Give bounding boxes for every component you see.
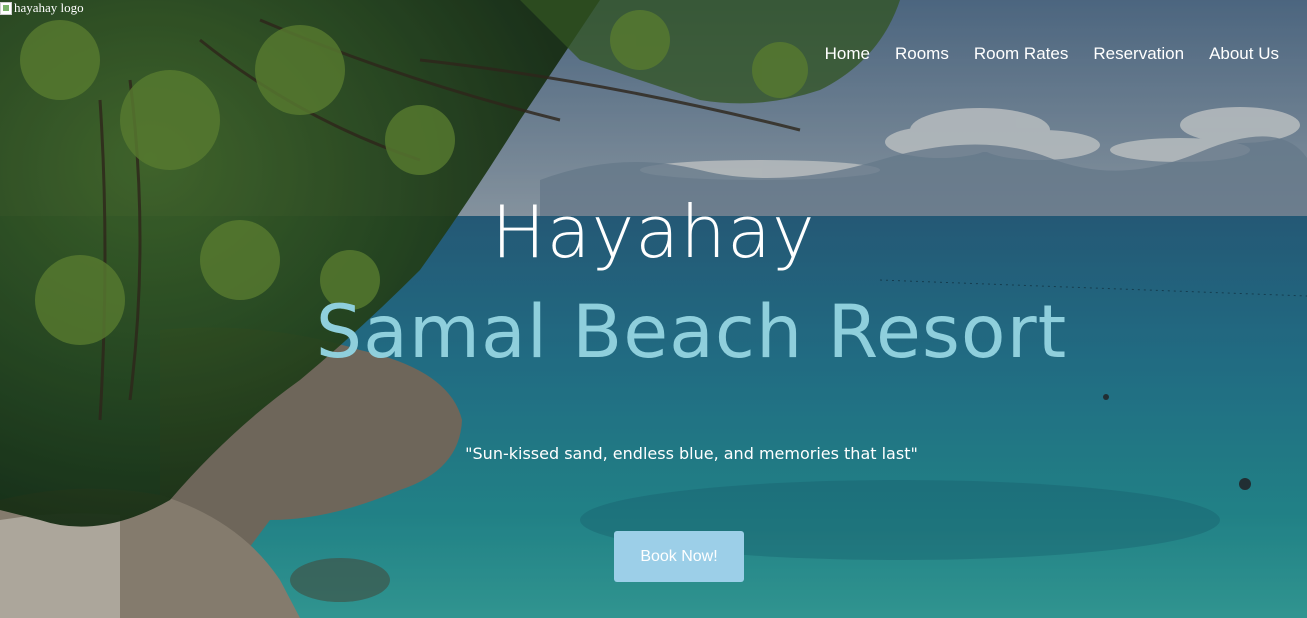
hero-subtitle: Samal Beach Resort — [315, 290, 1068, 375]
site-logo[interactable]: hayahay logo — [0, 0, 84, 16]
broken-image-icon — [0, 1, 12, 15]
main-navigation: Home Rooms Room Rates Reservation About … — [825, 43, 1279, 65]
hero-tagline: "Sun-kissed sand, endless blue, and memo… — [465, 444, 918, 463]
nav-about-us-link[interactable]: About Us — [1209, 43, 1279, 65]
nav-home-link[interactable]: Home — [825, 43, 870, 65]
hero-section: hayahay logo Home Rooms Room Rates Reser… — [0, 0, 1307, 618]
nav-reservation-link[interactable]: Reservation — [1093, 43, 1184, 65]
nav-rooms-link[interactable]: Rooms — [895, 43, 949, 65]
hero-title: Hayahay — [491, 190, 816, 274]
book-now-button[interactable]: Book Now! — [614, 531, 744, 582]
logo-alt-text: hayahay logo — [14, 0, 84, 15]
nav-room-rates-link[interactable]: Room Rates — [974, 43, 1068, 65]
